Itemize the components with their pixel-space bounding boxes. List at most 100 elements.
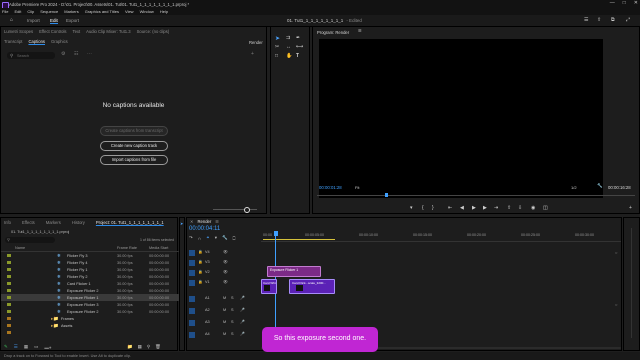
timeline-tab[interactable]: Render bbox=[198, 219, 212, 224]
tab-export[interactable]: Export bbox=[66, 18, 79, 23]
import-captions-button[interactable]: Import captions from file bbox=[100, 155, 168, 165]
new-item-icon[interactable]: ▦ bbox=[138, 344, 142, 350]
tab-source[interactable]: Source: (no clips) bbox=[137, 29, 170, 34]
menu-graphics[interactable]: Graphics and Titles bbox=[85, 9, 119, 14]
tab-graphics[interactable]: Graphics bbox=[51, 39, 68, 44]
zoom-bar-icon[interactable]: ▬● bbox=[44, 345, 51, 350]
column-name[interactable]: Name bbox=[15, 246, 25, 250]
tab-effect-controls[interactable]: Effect Controls bbox=[39, 29, 66, 34]
fullscreen-icon[interactable]: ⤢ bbox=[626, 17, 630, 23]
playhead-marker[interactable] bbox=[385, 193, 388, 197]
captions-add-icon[interactable]: + bbox=[251, 51, 254, 57]
solo-icon[interactable]: S bbox=[231, 296, 234, 300]
eye-icon[interactable]: 👁 bbox=[223, 249, 228, 254]
eye-icon[interactable]: 👁 bbox=[223, 269, 228, 274]
program-add-icon[interactable]: + bbox=[629, 205, 632, 211]
razor-tool-icon[interactable]: ✂ bbox=[275, 44, 279, 50]
program-settings-icon[interactable]: 🔧 bbox=[597, 183, 603, 189]
find-icon[interactable]: ⚲ bbox=[147, 344, 150, 350]
zoom-slider[interactable] bbox=[213, 207, 257, 213]
extract-icon[interactable]: ⇩ bbox=[518, 205, 522, 211]
list-view-icon[interactable]: ☰ bbox=[14, 344, 18, 350]
fit-select[interactable]: Fit bbox=[355, 185, 359, 190]
selection-tool-icon[interactable]: ➤ bbox=[180, 221, 183, 226]
tab-transcript[interactable]: Transcript bbox=[4, 39, 22, 44]
mark-out-icon[interactable]: } bbox=[432, 205, 434, 211]
project-row[interactable]: ❅ Flicker Fly 2 30.00 fps 00:00:00:00 bbox=[1, 273, 179, 280]
folder-row[interactable]: ▸📁 Frames bbox=[1, 315, 179, 322]
lock-icon[interactable]: 🔒 bbox=[198, 279, 203, 284]
tab-project[interactable]: Project: 01. Tut1_1_1_1_1_1_1_1_1 bbox=[96, 220, 164, 225]
timeline-menu-icon[interactable]: ☰ bbox=[215, 219, 219, 224]
workspace-menu-icon[interactable]: ☰ bbox=[584, 17, 588, 23]
column-frame-rate[interactable]: Frame Rate bbox=[117, 246, 137, 250]
eye-icon[interactable]: 👁 bbox=[223, 279, 228, 284]
solo-icon[interactable]: S bbox=[231, 332, 234, 336]
tab-effects[interactable]: Effects bbox=[22, 220, 35, 225]
mic-icon[interactable]: 🎤 bbox=[240, 331, 245, 336]
captions-filter-icon[interactable]: ☷ bbox=[74, 51, 78, 57]
tab-import[interactable]: Import bbox=[27, 18, 40, 23]
track-v2[interactable]: V2 🔒 👁 bbox=[187, 268, 269, 277]
icon-view-icon[interactable]: ▦ bbox=[24, 344, 28, 350]
project-search[interactable]: ⚲ bbox=[5, 237, 55, 243]
track-a3[interactable]: A3 M S 🎤 bbox=[187, 318, 269, 327]
quick-export-icon[interactable]: ⇧ bbox=[597, 17, 601, 23]
track-v1[interactable]: V1 🔒 👁 bbox=[187, 278, 269, 287]
tab-captions[interactable]: Captions bbox=[28, 39, 45, 44]
go-to-out-icon[interactable]: ⇥ bbox=[494, 205, 498, 211]
type-tool-icon[interactable]: T bbox=[296, 53, 299, 59]
clip-card-white[interactable]: Card Wht... bbox=[261, 279, 277, 294]
lock-icon[interactable]: 🔒 bbox=[198, 249, 203, 254]
project-row[interactable]: ❅ Card Flicker 1 30.00 fps 00:00:00:00 bbox=[1, 280, 179, 287]
new-bin-icon[interactable]: 📁 bbox=[127, 344, 133, 350]
pen-tool-icon[interactable]: ✒ bbox=[296, 35, 300, 41]
mute-icon[interactable]: M bbox=[223, 332, 226, 336]
rectangle-tool-icon[interactable]: □ bbox=[275, 53, 278, 59]
captions-search[interactable]: ⚲ Search bbox=[7, 52, 55, 59]
vertical-zoom-icon[interactable]: ○ bbox=[615, 302, 617, 307]
hand-tool-icon[interactable]: ✋ bbox=[286, 53, 292, 59]
time-ruler[interactable]: 00:00 00:00:05:00 00:00:10:00 00:00:15:0… bbox=[261, 231, 621, 242]
mute-icon[interactable]: M bbox=[223, 308, 226, 312]
project-row[interactable]: ❅ Flicker Fly 4 30.00 fps 00:00:00:00 bbox=[1, 259, 179, 266]
menu-markers[interactable]: Markers bbox=[64, 9, 78, 14]
insert-sequence-icon[interactable]: ↷ bbox=[189, 235, 193, 241]
project-row[interactable]: ❅ Flicker Fly 3 30.00 fps 00:00:00:00 bbox=[1, 252, 179, 259]
delete-icon[interactable]: 🗑 bbox=[155, 344, 161, 350]
maximize-icon[interactable]: □ bbox=[623, 0, 626, 6]
close-icon[interactable]: ✕ bbox=[190, 219, 194, 224]
track-select-icon[interactable]: ⇉ bbox=[286, 35, 290, 41]
track-v3[interactable]: V3 🔒 👁 bbox=[187, 258, 269, 267]
lock-icon[interactable]: 🔒 bbox=[198, 269, 203, 274]
pencil-icon[interactable]: ✎ bbox=[4, 344, 8, 350]
tab-edit[interactable]: Edit bbox=[50, 18, 58, 24]
go-to-in-icon[interactable]: ⇤ bbox=[448, 205, 452, 211]
vertical-zoom-icon[interactable]: ○ bbox=[615, 250, 617, 255]
create-from-transcript-button[interactable]: Create captions from transcript bbox=[100, 126, 168, 136]
track-a2[interactable]: A2 M S 🎤 bbox=[187, 306, 269, 315]
mic-icon[interactable]: 🎤 bbox=[240, 307, 245, 312]
mute-icon[interactable]: M bbox=[223, 296, 226, 300]
zoom-slider-handle[interactable] bbox=[244, 207, 250, 213]
minimize-icon[interactable]: — bbox=[610, 0, 615, 6]
resolution-select[interactable]: 1/2 bbox=[571, 185, 577, 190]
new-caption-track-button[interactable]: Create new caption track bbox=[100, 141, 168, 151]
ripple-edit-icon[interactable]: ↔ bbox=[286, 44, 291, 50]
menu-window[interactable]: Window bbox=[140, 9, 154, 14]
play-icon[interactable]: ▶ bbox=[472, 205, 476, 211]
menu-help[interactable]: Help bbox=[160, 9, 168, 14]
program-timecode-left[interactable]: 00:00:01:28 bbox=[319, 185, 342, 190]
close-icon[interactable]: ✕ bbox=[634, 0, 638, 6]
add-marker-icon[interactable]: ▾ bbox=[410, 205, 413, 211]
tab-history[interactable]: History bbox=[72, 220, 85, 225]
project-row[interactable]: ❅ Flicker Fly 1 30.00 fps 00:00:00:00 bbox=[1, 266, 179, 273]
menu-view[interactable]: View bbox=[125, 9, 134, 14]
lock-icon[interactable]: 🔒 bbox=[198, 259, 203, 264]
snap-icon[interactable]: ∩ bbox=[198, 236, 201, 241]
project-row-selected[interactable]: ❅ Exposure Flicker 1 30.00 fps 00:00:00:… bbox=[1, 294, 179, 301]
comparison-view-icon[interactable]: ◫ bbox=[543, 205, 548, 211]
share-icon[interactable]: ⧉ bbox=[611, 17, 615, 23]
tab-text[interactable]: Text bbox=[72, 29, 80, 34]
selection-tool-icon[interactable]: ➤ bbox=[275, 35, 280, 42]
